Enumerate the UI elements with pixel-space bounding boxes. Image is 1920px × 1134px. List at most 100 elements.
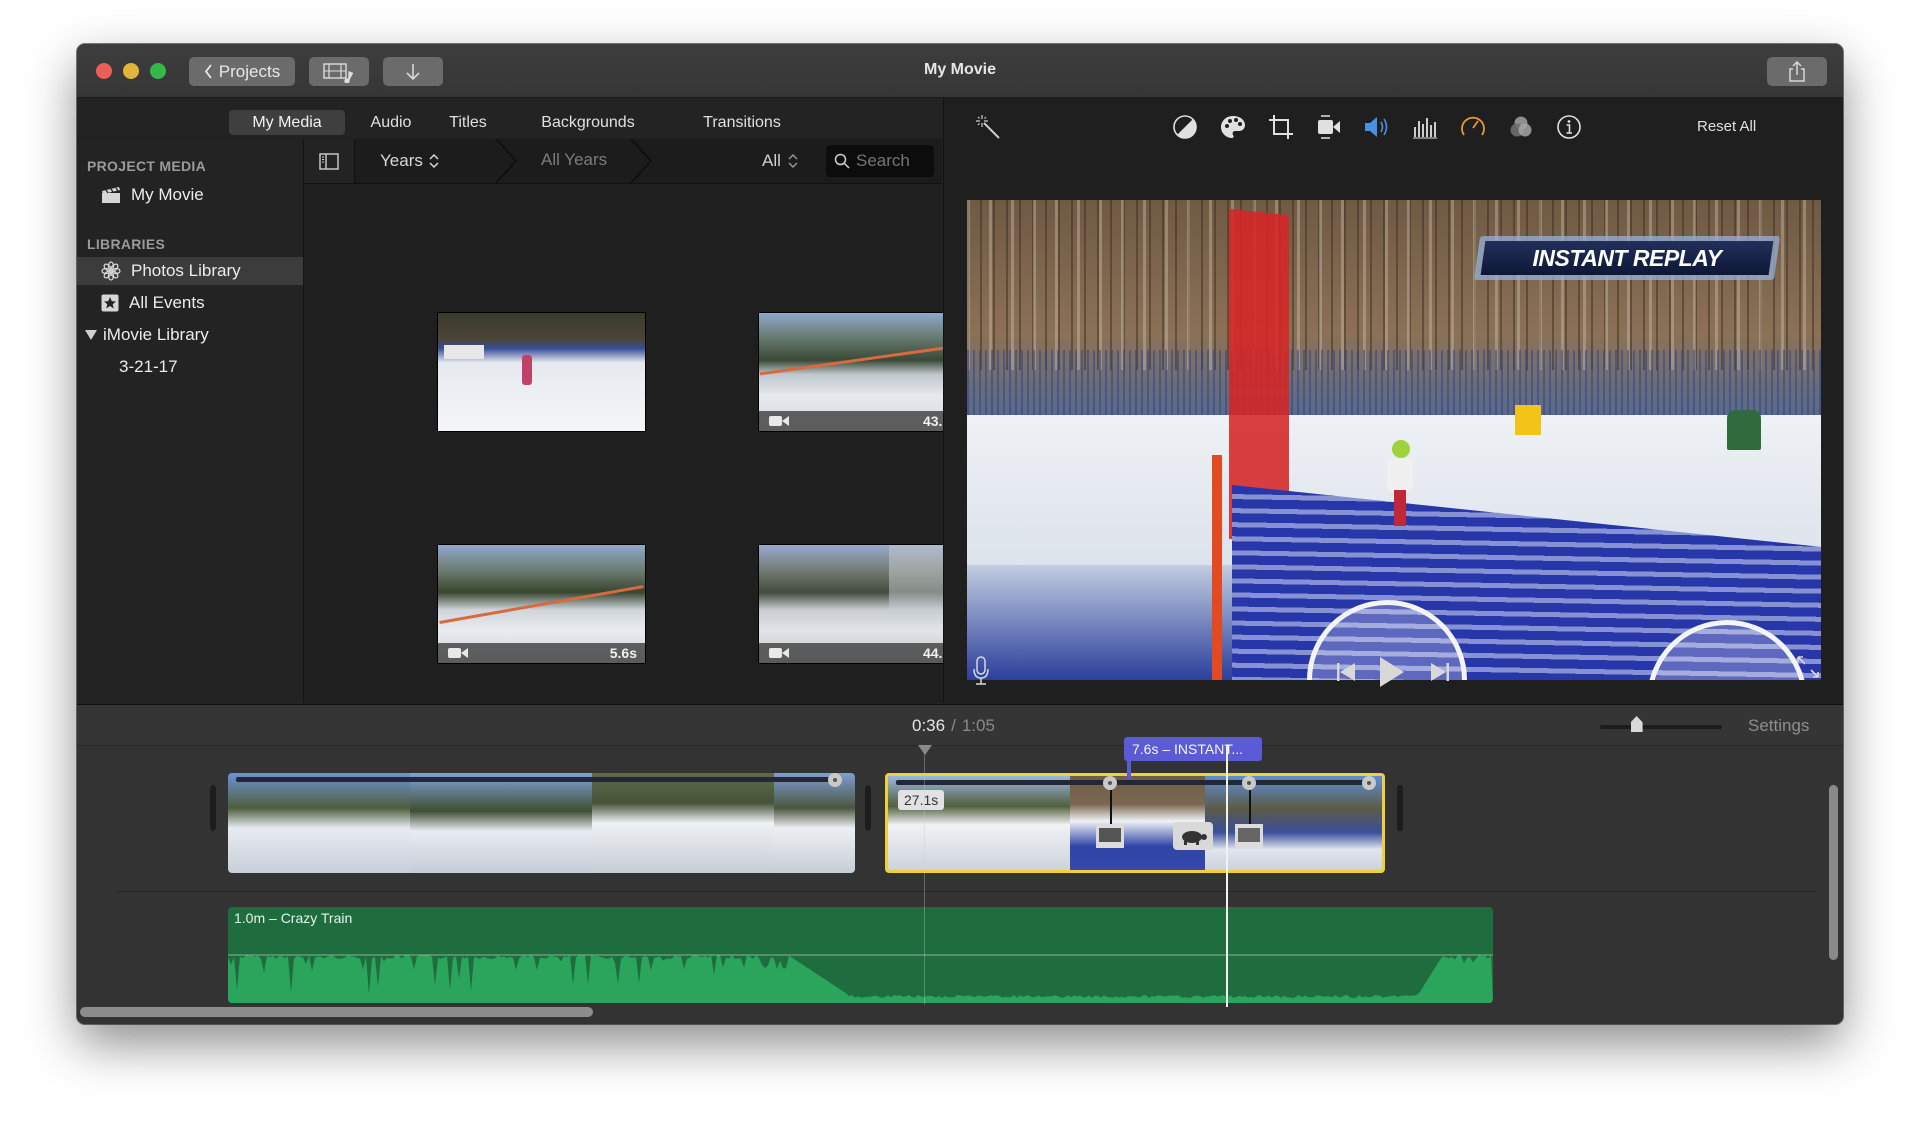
media-thumbnail[interactable]: 5.6s xyxy=(438,545,645,663)
play-button[interactable] xyxy=(1379,656,1405,688)
skier-figure xyxy=(522,355,532,385)
tab-my-media[interactable]: My Media xyxy=(229,110,345,135)
timeline-zoom-slider[interactable] xyxy=(1600,716,1722,732)
skip-back-button[interactable] xyxy=(1336,662,1356,682)
playhead[interactable] xyxy=(1226,745,1228,1007)
tab-titles[interactable]: Titles xyxy=(433,110,503,135)
crop-icon[interactable] xyxy=(1267,113,1295,141)
libraries-heading: LIBRARIES xyxy=(87,236,166,252)
sidebar-item-label: My Movie xyxy=(131,185,204,204)
media-thumbnail[interactable]: 44.6s xyxy=(759,545,966,663)
title-clip[interactable]: 7.6s – INSTANT... xyxy=(1124,737,1262,761)
building-shape xyxy=(444,345,484,359)
vertical-scrollbar[interactable] xyxy=(1829,785,1838,960)
thumbnail-footer: 44.6s xyxy=(759,643,966,663)
microphone-icon xyxy=(972,656,990,686)
horizontal-scrollbar[interactable] xyxy=(80,1007,593,1017)
sidebar-item-label: Photos Library xyxy=(131,261,241,280)
sidebar-item-photos-library[interactable]: Photos Library xyxy=(77,257,303,285)
clip-edge-grip[interactable] xyxy=(1397,785,1403,831)
chevron-updown-icon xyxy=(788,153,798,169)
sidebar-item-my-movie[interactable]: My Movie xyxy=(77,181,303,209)
fence-line xyxy=(439,585,644,624)
title-overlay[interactable]: INSTANT REPLAY xyxy=(1473,236,1781,280)
zoom-slider-knob[interactable] xyxy=(1630,716,1643,732)
sidebar-item-label: All Events xyxy=(129,293,205,312)
title-clip-connector xyxy=(1127,761,1131,779)
info-icon[interactable] xyxy=(1555,113,1583,141)
skimmer-head[interactable] xyxy=(918,745,932,755)
volume-line[interactable] xyxy=(236,777,841,782)
browser-filter-bar: Years All Years All xyxy=(304,139,942,184)
thumbnail-footer: 5.6s xyxy=(438,643,645,663)
star-icon xyxy=(101,294,119,312)
fade-handle[interactable] xyxy=(828,773,842,787)
speed-gauge-icon[interactable] xyxy=(1459,113,1487,141)
clip-edge-grip[interactable] xyxy=(865,785,871,831)
color-balance-icon[interactable] xyxy=(1171,113,1199,141)
timeline-settings-button[interactable]: Settings xyxy=(1748,716,1809,736)
timeline: 0:36 / 1:05 Settings 27.1s 7.6s – INSTAN… xyxy=(77,704,1843,1024)
speed-range-handle[interactable] xyxy=(1242,776,1256,790)
timeline-clip-selected[interactable]: 27.1s xyxy=(885,773,1385,873)
timeline-clip[interactable] xyxy=(228,773,855,873)
breadcrumb-all-years[interactable]: All Years xyxy=(541,150,607,170)
turtle-icon xyxy=(1178,827,1208,845)
thumbnail-footer: 43.1s xyxy=(759,411,966,431)
filter-dropdown[interactable]: All xyxy=(762,151,798,171)
skip-forward-button[interactable] xyxy=(1430,662,1450,682)
speed-badge[interactable] xyxy=(1173,822,1213,850)
speed-range-handle[interactable] xyxy=(1103,776,1117,790)
disclosure-triangle-icon[interactable] xyxy=(85,330,97,340)
equalizer-icon[interactable] xyxy=(1411,113,1439,141)
title-overlay-text: INSTANT REPLAY xyxy=(1532,245,1722,271)
sidebar-item-all-events[interactable]: All Events xyxy=(77,289,303,317)
track-divider xyxy=(117,891,1817,892)
voiceover-button[interactable] xyxy=(972,656,990,686)
stabilization-camera-icon[interactable] xyxy=(1315,113,1343,141)
libraries-sidebar: PROJECT MEDIA My Movie LIBRARIES Photos … xyxy=(77,139,304,703)
color-palette-icon[interactable] xyxy=(1219,113,1247,141)
clip-filter-icon[interactable] xyxy=(1507,113,1535,141)
filmstrip-icon[interactable] xyxy=(1096,824,1124,848)
video-preview[interactable]: INSTANT REPLAY xyxy=(967,200,1821,680)
total-time: 1:05 xyxy=(961,716,995,735)
trees-background xyxy=(967,200,1821,370)
volume-line[interactable] xyxy=(896,780,1374,785)
project-media-heading: PROJECT MEDIA xyxy=(87,158,207,174)
waveform-shape xyxy=(228,955,1493,1003)
search-icon xyxy=(834,153,850,169)
sidebar-item-imovie-library[interactable]: iMovie Library xyxy=(77,321,303,349)
group-by-dropdown[interactable]: Years xyxy=(380,151,439,171)
filmstrip-icon[interactable] xyxy=(1235,824,1263,848)
tab-transitions[interactable]: Transitions xyxy=(672,110,812,135)
volume-icon[interactable] xyxy=(1363,113,1391,141)
tab-audio[interactable]: Audio xyxy=(355,110,427,135)
breadcrumb-separator xyxy=(495,139,518,183)
sidebar-item-label: 3-21-17 xyxy=(119,357,178,376)
audio-clip[interactable]: 1.0m – Crazy Train xyxy=(228,907,1493,1003)
search-input[interactable] xyxy=(856,151,926,171)
magic-wand-icon[interactable] xyxy=(974,113,1002,141)
fullscreen-button[interactable] xyxy=(1796,655,1820,679)
clip-edge-grip[interactable] xyxy=(210,785,216,831)
clip-duration: 5.6s xyxy=(609,645,637,661)
video-camera-icon xyxy=(769,647,789,659)
reset-all-button[interactable]: Reset All xyxy=(1697,118,1756,135)
skip-back-icon xyxy=(1336,662,1356,682)
sidebar-toggle-button[interactable] xyxy=(304,139,355,183)
sidebar-item-event-3-21-17[interactable]: 3-21-17 xyxy=(77,353,303,381)
yellow-pad xyxy=(1515,405,1541,435)
sidebar-item-label: iMovie Library xyxy=(103,325,209,344)
tab-backgrounds[interactable]: Backgrounds xyxy=(517,110,659,135)
fence-line xyxy=(759,343,966,376)
timeline-header: 0:36 / 1:05 Settings xyxy=(77,705,1843,746)
media-thumbnail[interactable]: 43.1s xyxy=(759,313,966,431)
media-thumbnail[interactable] xyxy=(438,313,645,431)
share-button[interactable] xyxy=(1767,57,1827,86)
search-field[interactable] xyxy=(826,145,934,177)
filter-value: All xyxy=(762,151,781,170)
time-separator: / xyxy=(951,716,956,735)
fade-handle[interactable] xyxy=(1362,776,1376,790)
sidebar-icon xyxy=(319,152,339,170)
